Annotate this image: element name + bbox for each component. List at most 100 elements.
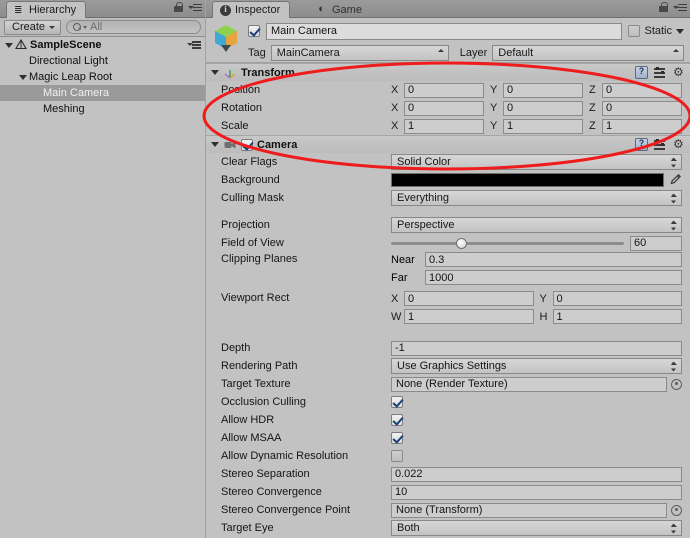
property-row-field-of-view: Field of View60 — [206, 234, 690, 252]
expand-triangle-icon[interactable] — [211, 142, 219, 147]
number-field-y[interactable]: 0 — [503, 101, 583, 116]
preset-icon[interactable] — [654, 139, 667, 150]
component-camera: Camera⚙Clear FlagsSolid ColorBackgroundC… — [206, 135, 690, 537]
slider-track-field-of-view[interactable] — [391, 242, 624, 245]
text-field-stereo-separation[interactable]: 0.022 — [391, 467, 682, 482]
property-value — [391, 450, 411, 462]
property-row-target-texture: Target TextureNone (Render Texture) — [206, 375, 690, 393]
lock-icon[interactable] — [174, 2, 183, 13]
component-enabled-checkbox[interactable] — [241, 139, 253, 151]
number-field-far[interactable]: 1000 — [425, 270, 682, 285]
text-field-depth[interactable]: -1 — [391, 341, 682, 356]
number-field-near[interactable]: 0.3 — [425, 252, 682, 267]
property-row-projection: ProjectionPerspective — [206, 216, 690, 234]
property-value: Everything — [391, 190, 690, 206]
number-field-z[interactable]: 0 — [602, 101, 682, 116]
object-picker-icon[interactable] — [671, 505, 682, 516]
number-field-x[interactable]: 0 — [404, 83, 484, 98]
gameobject-enabled-checkbox[interactable] — [248, 25, 260, 37]
number-field-x[interactable]: 0 — [404, 291, 534, 306]
dropdown-value: Perspective — [397, 219, 454, 231]
lock-icon[interactable] — [659, 2, 668, 13]
property-value: 10 — [391, 485, 690, 500]
tab-hierarchy[interactable]: ≣ Hierarchy — [6, 1, 86, 18]
component-header-camera[interactable]: Camera⚙ — [206, 136, 690, 153]
expand-triangle-icon[interactable] — [2, 43, 15, 48]
number-field-h[interactable]: 1 — [553, 309, 683, 324]
layer-dropdown[interactable]: Default — [492, 45, 684, 61]
color-swatch-background[interactable] — [391, 173, 664, 187]
static-control[interactable]: Static — [628, 25, 684, 37]
expand-triangle-icon[interactable] — [211, 70, 219, 75]
dropdown-rendering-path[interactable]: Use Graphics Settings — [391, 358, 682, 374]
text-field-stereo-convergence[interactable]: 10 — [391, 485, 682, 500]
object-picker-icon[interactable] — [671, 379, 682, 390]
dropdown-projection[interactable]: Perspective — [391, 217, 682, 233]
number-field-z[interactable]: 1 — [602, 119, 682, 134]
number-field-w[interactable]: 1 — [404, 309, 534, 324]
eyedropper-icon[interactable] — [668, 173, 682, 187]
property-label: Culling Mask — [221, 192, 391, 204]
dropdown-culling-mask[interactable]: Everything — [391, 190, 682, 206]
component-header-transform[interactable]: Transform⚙ — [206, 64, 690, 81]
help-icon[interactable] — [635, 138, 648, 151]
hierarchy-item-directional-light[interactable]: Directional Light — [0, 53, 205, 69]
inspector-panel: Inspector ◖ Game Mai — [206, 0, 690, 538]
checkbox-allow-dynamic-resolution[interactable] — [391, 450, 403, 462]
tab-game[interactable]: ◖ Game — [310, 1, 371, 18]
sort-arrows-icon — [670, 523, 677, 534]
gear-icon[interactable]: ⚙ — [673, 139, 685, 151]
gear-icon[interactable]: ⚙ — [673, 67, 685, 79]
expand-triangle-icon[interactable] — [16, 75, 29, 80]
number-field-value: 1 — [557, 311, 563, 323]
checkbox-allow-msaa[interactable] — [391, 432, 403, 444]
sub-label: Near — [391, 254, 421, 266]
dropdown-target-eye[interactable]: Both — [391, 520, 682, 536]
static-checkbox[interactable] — [628, 25, 640, 37]
hierarchy-item-samplescene[interactable]: SampleScene — [0, 37, 205, 53]
search-icon — [73, 23, 81, 31]
vector-component-z: Z0 — [589, 101, 682, 116]
object-field-target-texture[interactable]: None (Render Texture) — [391, 377, 667, 392]
create-button[interactable]: Create — [4, 20, 61, 35]
number-field-field-of-view[interactable]: 60 — [630, 236, 682, 251]
dropdown-clear-flags[interactable]: Solid Color — [391, 154, 682, 170]
hierarchy-panel-tools — [174, 2, 202, 13]
number-field-x[interactable]: 0 — [404, 101, 484, 116]
slider-knob[interactable] — [456, 238, 467, 249]
axis-label: Y — [490, 84, 501, 96]
preset-icon[interactable] — [654, 67, 667, 78]
number-field-y[interactable]: 0 — [553, 291, 683, 306]
number-field-value: 1000 — [429, 272, 453, 284]
number-field-y[interactable]: 1 — [503, 119, 583, 134]
tag-layer-row: Tag MainCamera Layer Default — [248, 44, 684, 61]
number-field-x[interactable]: 1 — [404, 119, 484, 134]
number-field-value: 1 — [408, 120, 414, 132]
sort-arrows-icon — [670, 193, 677, 204]
gameobject-name-field[interactable]: Main Camera — [266, 23, 622, 40]
tab-inspector[interactable]: Inspector — [212, 1, 290, 18]
panel-menu-icon[interactable] — [188, 3, 202, 13]
property-row-scale: ScaleX1Y1Z1 — [206, 117, 690, 135]
tab-inspector-label: Inspector — [235, 4, 280, 16]
help-icon[interactable] — [635, 66, 648, 79]
object-field-stereo-convergence-point[interactable]: None (Transform) — [391, 503, 667, 518]
property-value: None (Render Texture) — [391, 377, 690, 392]
property-label: Rendering Path — [221, 360, 391, 372]
checkbox-occlusion-culling[interactable] — [391, 396, 403, 408]
component-header-tools: ⚙ — [635, 66, 685, 79]
hierarchy-item-meshing[interactable]: Meshing — [0, 101, 205, 117]
chevron-down-icon[interactable] — [676, 29, 684, 34]
tag-dropdown[interactable]: MainCamera — [271, 45, 449, 61]
hierarchy-item-magic-leap-root[interactable]: Magic Leap Root — [0, 69, 205, 85]
panel-menu-icon[interactable] — [673, 3, 687, 13]
vector-component-y: Y1 — [490, 119, 583, 134]
number-field-z[interactable]: 0 — [602, 83, 682, 98]
search-input[interactable]: All — [66, 20, 201, 34]
hierarchy-item-main-camera[interactable]: Main Camera — [0, 85, 205, 101]
number-field-value: 0 — [408, 293, 414, 305]
number-field-y[interactable]: 0 — [503, 83, 583, 98]
checkbox-allow-hdr[interactable] — [391, 414, 403, 426]
gameobject-cube-icon — [213, 23, 239, 53]
scene-menu-icon[interactable] — [187, 40, 201, 50]
